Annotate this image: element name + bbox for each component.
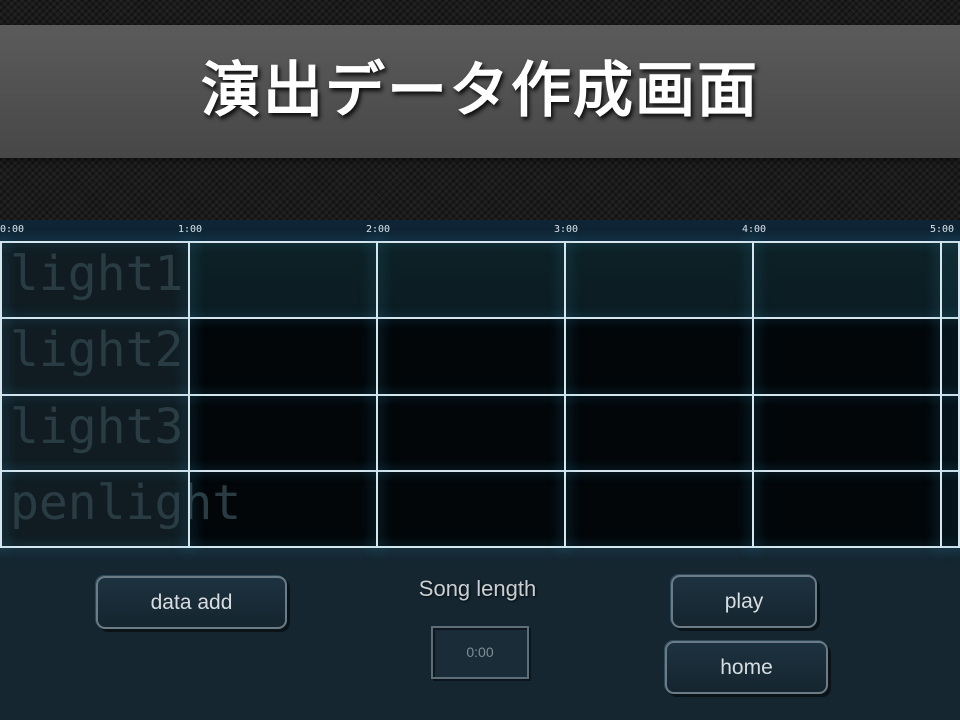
track-label-light1: light1	[10, 246, 184, 302]
grid-row-line	[0, 470, 960, 472]
grid-row-line	[0, 241, 960, 243]
tick-label: 1:00	[178, 224, 203, 235]
song-length-label: Song length	[418, 576, 537, 601]
grid-row-line	[0, 546, 960, 548]
page-title: 演出データ作成画面	[201, 56, 759, 126]
track-label-penlight: penlight	[10, 475, 242, 531]
home-button[interactable]: home	[665, 641, 828, 694]
grid-row-line	[0, 394, 960, 396]
tick-label: 4:00	[742, 224, 767, 235]
grid-row-line	[0, 317, 960, 319]
play-button[interactable]: play	[671, 575, 817, 628]
grid-column-line	[188, 241, 190, 548]
tick-label: 5:00	[930, 224, 955, 235]
song-length-field[interactable]: 0:00	[431, 626, 529, 679]
grid-column-line	[940, 241, 942, 548]
grid-column-line	[0, 241, 2, 548]
tick-label: 3:00	[554, 224, 579, 235]
tick-label: 2:00	[366, 224, 391, 235]
track-label-light3: light3	[10, 399, 184, 455]
grid-column-line	[564, 241, 566, 548]
grid-column-line	[376, 241, 378, 548]
tick-label: 0:00	[0, 224, 25, 235]
grid-column-line	[752, 241, 754, 548]
data-add-button[interactable]: data add	[96, 576, 287, 629]
track-label-light2: light2	[10, 322, 184, 378]
timeline-ruler: 0:00 1:00 2:00 3:00 4:00 5:00	[0, 220, 960, 241]
